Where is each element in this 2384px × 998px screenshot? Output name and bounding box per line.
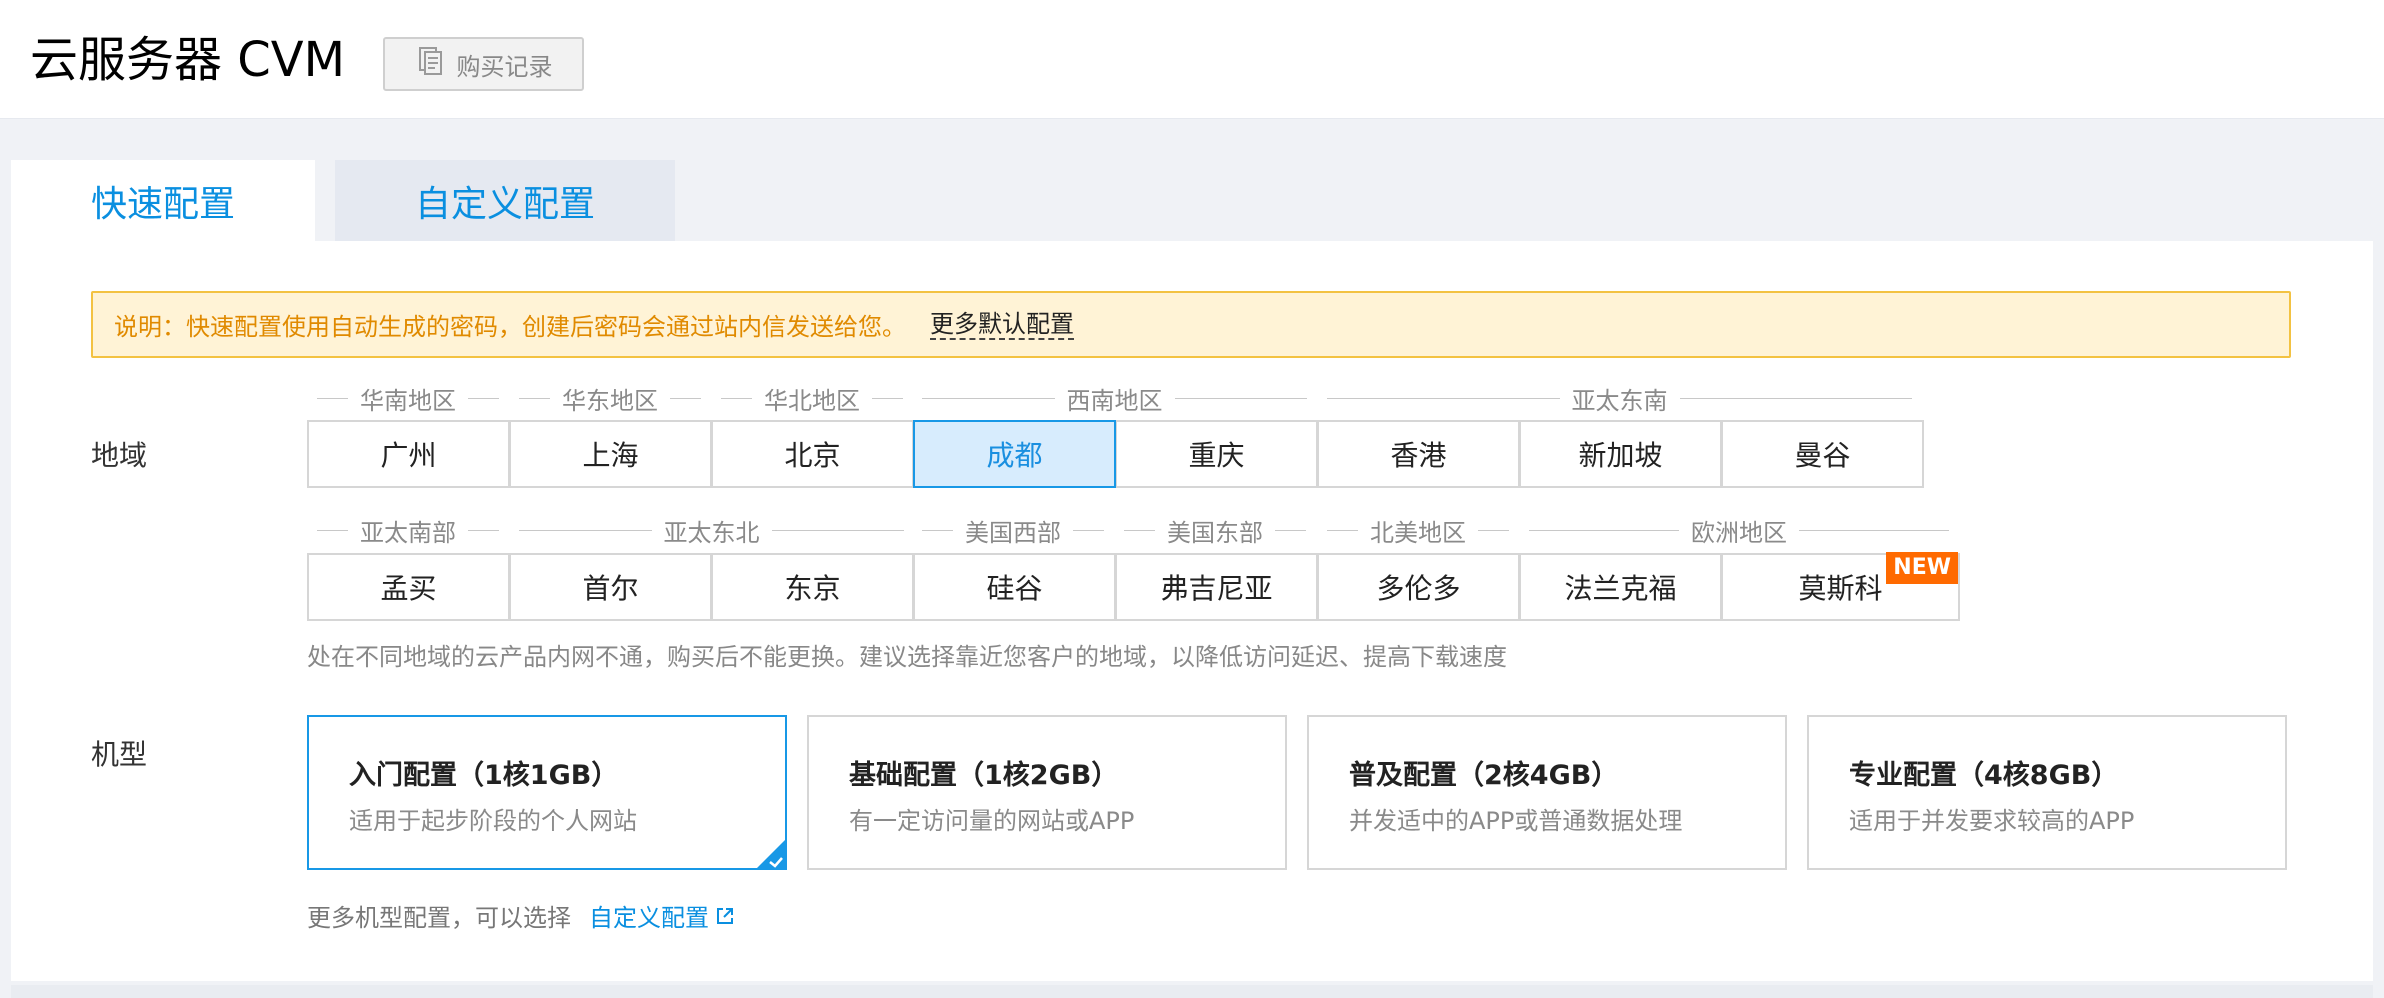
custom-config-link-label: 自定义配置 [589, 904, 709, 932]
machine-option-title: 入门配置（1核1GB） [349, 760, 619, 791]
custom-config-link[interactable]: 自定义配置 [589, 898, 735, 933]
top-header: 云服务器 CVM 购买记录 [0, 0, 2384, 119]
machine-option-desc: 有一定访问量的网站或APP [849, 807, 1135, 835]
machine-option-title: 普及配置（2核4GB） [1349, 760, 1619, 791]
region-hint: 处在不同地域的云产品内网不通，购买后不能更换。建议选择靠近您客户的地域，以降低访… [307, 643, 1507, 671]
region-option[interactable]: 弗吉尼亚 [1115, 553, 1318, 621]
region-group-label: 北美地区 [1327, 513, 1509, 547]
region-option[interactable]: 孟买 [307, 553, 510, 621]
region-option[interactable]: 香港 [1317, 420, 1520, 488]
region-option-label: 莫斯科 [1798, 572, 1883, 605]
more-machine-text: 更多机型配置，可以选择 [307, 904, 571, 932]
region-option[interactable]: 莫斯科 NEW [1721, 552, 1960, 621]
region-row-2: 孟买 首尔 东京 硅谷 弗吉尼亚 多伦多 法兰克福 莫斯科 NEW [307, 552, 1960, 621]
region-group-label: 美国西部 [922, 513, 1104, 547]
machine-option-title: 专业配置（4核8GB） [1849, 760, 2119, 791]
region-group-label: 亚太东南 [1327, 381, 1912, 415]
more-defaults-link[interactable]: 更多默认配置 [930, 310, 1074, 340]
region-option[interactable]: 首尔 [509, 553, 712, 621]
machine-option[interactable]: 专业配置（4核8GB） 适用于并发要求较高的APP [1807, 715, 2287, 870]
region-option[interactable]: 新加坡 [1519, 420, 1722, 488]
region-group-label: 华东地区 [519, 381, 701, 415]
section-divider [11, 985, 2373, 998]
external-link-icon [717, 907, 733, 924]
purchase-history-button[interactable]: 购买记录 [383, 37, 584, 91]
machine-option-selected[interactable]: 入门配置（1核1GB） 适用于起步阶段的个人网站 [307, 715, 787, 870]
region-group-label: 华南地区 [317, 381, 499, 415]
machine-type-label: 机型 [91, 738, 148, 771]
machine-option-desc: 适用于起步阶段的个人网站 [349, 807, 637, 835]
region-option[interactable]: 上海 [509, 420, 712, 488]
region-option-selected[interactable]: 成都 [913, 420, 1116, 488]
notice-text: 说明：快速配置使用自动生成的密码，创建后密码会通过站内信发送给您。 [114, 313, 906, 341]
machine-option-title: 基础配置（1核2GB） [849, 760, 1119, 791]
region-option[interactable]: 重庆 [1115, 420, 1318, 488]
tab-quick-config[interactable]: 快速配置 [11, 160, 315, 241]
region-label: 地域 [91, 439, 148, 472]
page-title: 云服务器 CVM [30, 32, 346, 88]
tab-custom-config[interactable]: 自定义配置 [335, 160, 675, 241]
machine-option[interactable]: 普及配置（2核4GB） 并发适中的APP或普通数据处理 [1307, 715, 1787, 870]
region-group-label: 亚太南部 [317, 513, 499, 547]
machine-option-desc: 并发适中的APP或普通数据处理 [1349, 807, 1683, 835]
region-option[interactable]: 法兰克福 [1519, 553, 1722, 621]
region-group-label: 欧洲地区 [1529, 513, 1949, 547]
region-row-1: 广州 上海 北京 成都 重庆 香港 新加坡 曼谷 [307, 420, 1924, 488]
receipt-icon [415, 45, 447, 83]
region-group-label: 亚太东北 [519, 513, 904, 547]
region-option[interactable]: 东京 [711, 553, 914, 621]
machine-option-desc: 适用于并发要求较高的APP [1849, 807, 2135, 835]
region-group-label: 华北地区 [721, 381, 903, 415]
notice-banner: 说明：快速配置使用自动生成的密码，创建后密码会通过站内信发送给您。 更多默认配置 [91, 291, 2291, 358]
new-badge: NEW [1886, 552, 1958, 584]
region-group-label: 美国东部 [1124, 513, 1306, 547]
region-option[interactable]: 北京 [711, 420, 914, 488]
region-option[interactable]: 广州 [307, 420, 510, 488]
machine-option[interactable]: 基础配置（1核2GB） 有一定访问量的网站或APP [807, 715, 1287, 870]
check-icon [757, 840, 785, 868]
region-option[interactable]: 硅谷 [913, 553, 1116, 621]
region-group-label: 西南地区 [922, 381, 1307, 415]
region-option[interactable]: 曼谷 [1721, 420, 1924, 488]
region-option[interactable]: 多伦多 [1317, 553, 1520, 621]
purchase-history-label: 购买记录 [456, 52, 553, 81]
